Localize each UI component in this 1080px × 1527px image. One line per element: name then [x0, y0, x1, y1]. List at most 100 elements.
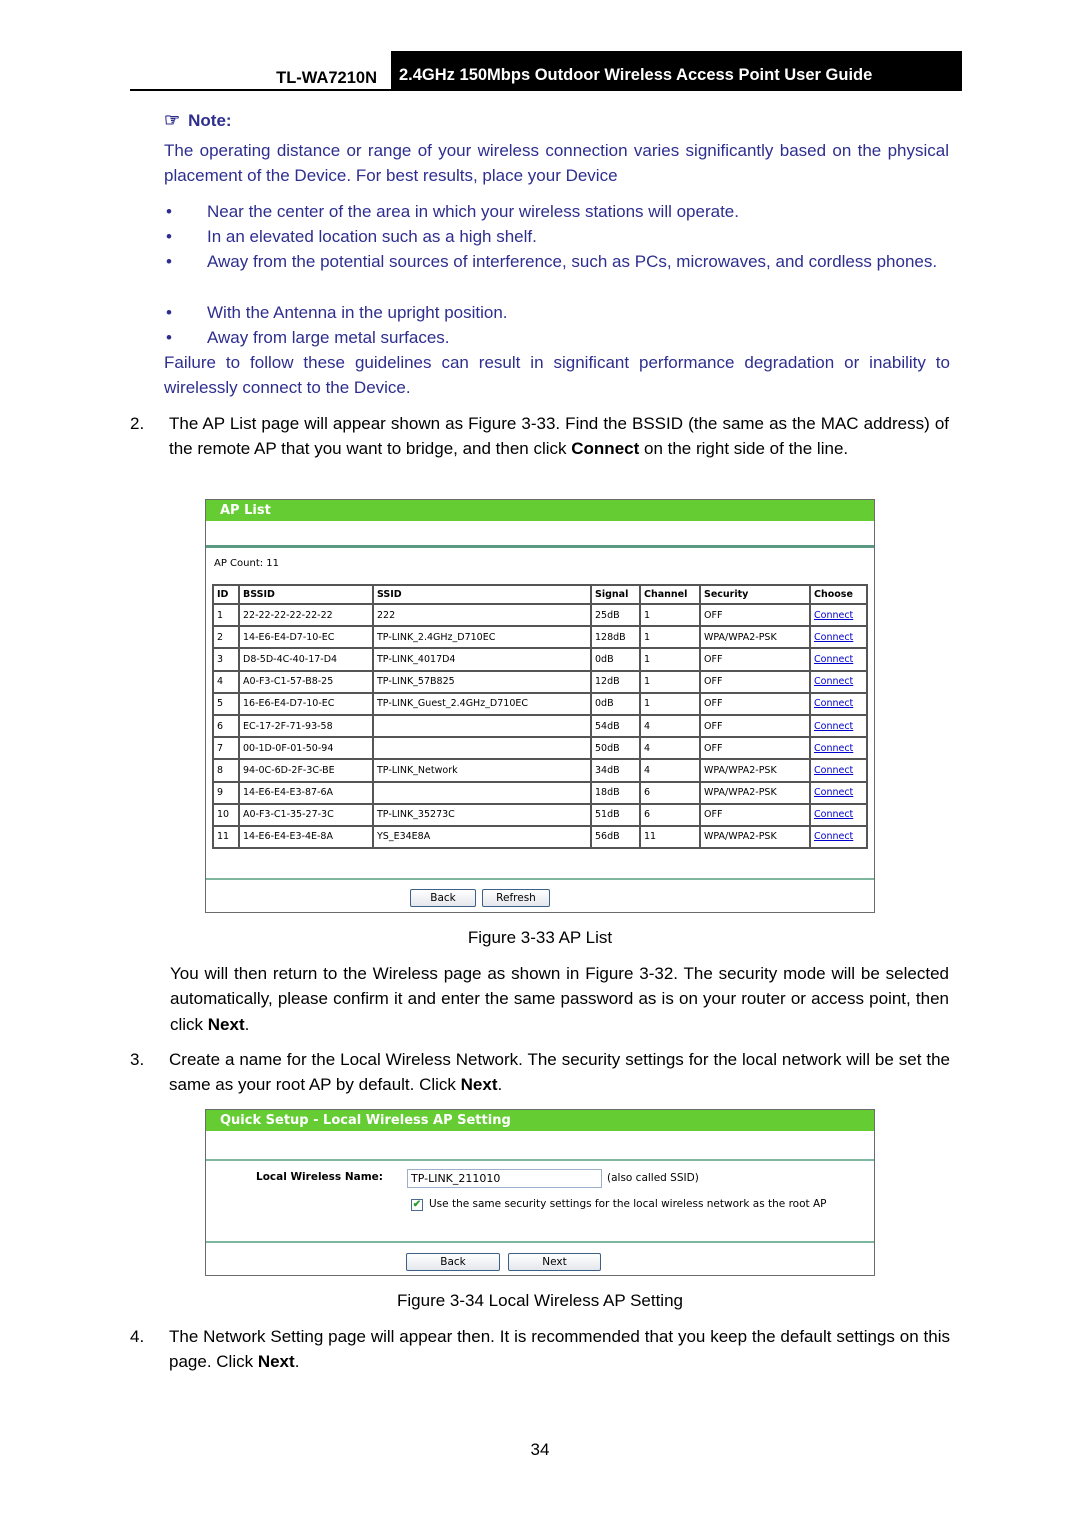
table-row: 8 94-0C-6D-2F-3C-BE TP-LINK_Network 34dB 4 WP… — [213, 759, 867, 782]
panel-divider — [206, 1159, 874, 1161]
ssid-cell: TP-LINK_Guest_2.4GHz_D710EC — [373, 692, 591, 715]
ssid-cell — [373, 714, 591, 738]
same-security-label: Use the same security settings for the l… — [429, 1198, 827, 1210]
channel-cell: 1 — [640, 670, 700, 693]
channel-cell: 4 — [640, 737, 700, 760]
security-cell: OFF — [700, 803, 810, 826]
col-header: ID — [213, 585, 239, 604]
security-cell: OFF — [700, 604, 810, 627]
connect-link[interactable]: Connect — [810, 648, 867, 671]
step-number: 4. — [130, 1327, 145, 1346]
id-cell: 8 — [213, 759, 239, 782]
next-button[interactable]: Next — [508, 1253, 601, 1271]
bssid-cell: A0-F3-C1-35-27-3C — [239, 803, 373, 826]
page-header: TL-WA7210N 2.4GHz 150Mbps Outdoor Wirele… — [130, 51, 962, 91]
id-cell: 3 — [213, 648, 239, 671]
ap-count: AP Count: 11 — [214, 558, 280, 569]
connect-link[interactable]: Connect — [810, 803, 867, 826]
connect-link[interactable]: Connect — [810, 781, 867, 804]
signal-cell: 128dB — [591, 626, 640, 649]
connect-link[interactable]: Connect — [810, 604, 867, 627]
step-text: on the right side of the line. — [639, 439, 849, 459]
id-cell: 6 — [213, 714, 239, 738]
security-cell: WPA/WPA2-PSK — [700, 626, 810, 649]
step-bold: Next — [207, 1014, 245, 1034]
signal-cell: 51dB — [591, 803, 640, 826]
security-cell: WPA/WPA2-PSK — [700, 781, 810, 804]
connect-link[interactable]: Connect — [810, 737, 867, 760]
bullet-text: In an elevated location such as a high s… — [207, 227, 537, 246]
ssid-hint: (also called SSID) — [607, 1172, 699, 1184]
panel-title: AP List — [206, 500, 874, 521]
table-row: 11 14-E6-E4-E3-4E-8A YS_E34E8A 56dB 11 WPA/WP… — [213, 825, 867, 849]
security-cell: WPA/WPA2-PSK — [700, 759, 810, 782]
panel-divider — [206, 1241, 874, 1243]
id-cell: 5 — [213, 692, 239, 715]
note-intro: The operating distance or range of your … — [164, 141, 949, 186]
col-header: SSID — [373, 585, 591, 604]
channel-cell: 4 — [640, 759, 700, 782]
signal-cell: 34dB — [591, 759, 640, 782]
col-header: Channel — [640, 585, 700, 604]
channel-cell: 1 — [640, 648, 700, 671]
signal-cell: 25dB — [591, 604, 640, 627]
connect-link[interactable]: Connect — [810, 626, 867, 649]
ap-table: ID BSSID SSID Signal Channel Security Ch… — [212, 584, 868, 850]
bssid-cell: D8-5D-4C-40-17-D4 — [239, 648, 373, 671]
note-bullet: • Near the center of the area in which y… — [166, 199, 949, 224]
bssid-cell: EC-17-2F-71-93-58 — [239, 714, 373, 738]
col-header: BSSID — [239, 585, 373, 604]
table-row: 2 14-E6-E4-D7-10-EC TP-LINK_2.4GHz_D710EC 1… — [213, 626, 867, 649]
bssid-cell: 94-0C-6D-2F-3C-BE — [239, 759, 373, 782]
connect-link[interactable]: Connect — [810, 759, 867, 782]
channel-cell: 6 — [640, 781, 700, 804]
note-bullet: • With the Antenna in the upright positi… — [166, 300, 949, 325]
ssid-cell: TP-LINK_2.4GHz_D710EC — [373, 626, 591, 649]
step-text: . — [244, 1014, 250, 1034]
table-row: 3 D8-5D-4C-40-17-D4 TP-LINK_4017D4 0dB 1 OFF C… — [213, 648, 867, 671]
ssid-cell: TP-LINK_4017D4 — [373, 648, 591, 671]
bullet-text: Away from large metal surfaces. — [207, 328, 450, 347]
connect-link[interactable]: Connect — [810, 825, 867, 849]
step-number: 3. — [130, 1050, 145, 1069]
col-header: Choose — [810, 585, 867, 604]
bssid-cell: A0-F3-C1-57-B8-25 — [239, 670, 373, 693]
refresh-button[interactable]: Refresh — [482, 889, 550, 907]
step-4-text: The Network Setting page will appear the… — [169, 1324, 950, 1375]
bullet-text: Near the center of the area in which you… — [207, 202, 739, 221]
page-number: 34 — [530, 1440, 550, 1459]
security-cell: OFF — [700, 692, 810, 715]
back-button[interactable]: Back — [406, 1253, 500, 1271]
ssid-cell: TP-LINK_35273C — [373, 803, 591, 826]
guide-title: 2.4GHz 150Mbps Outdoor Wireless Access P… — [391, 51, 962, 91]
id-cell: 4 — [213, 670, 239, 693]
bullet-icon: • — [166, 202, 172, 221]
header-rule — [130, 89, 962, 91]
step-number: 2. — [130, 414, 145, 433]
channel-cell: 1 — [640, 604, 700, 627]
security-cell: OFF — [700, 737, 810, 760]
pointing-hand-icon: ☞ — [164, 110, 181, 130]
back-button[interactable]: Back — [410, 889, 476, 907]
step-text: You will then return to the Wireless pag… — [170, 964, 949, 1034]
security-cell: OFF — [700, 670, 810, 693]
id-cell: 1 — [213, 604, 239, 627]
step-bold: Connect — [571, 439, 640, 459]
step-2-text: The AP List page will appear shown as Fi… — [169, 411, 949, 462]
return-paragraph: You will then return to the Wireless pag… — [170, 961, 949, 1037]
local-wireless-name-input[interactable]: TP-LINK_211010 — [407, 1169, 602, 1188]
signal-cell: 50dB — [591, 737, 640, 760]
id-cell: 10 — [213, 803, 239, 826]
same-security-checkbox[interactable]: ✔ — [411, 1199, 423, 1211]
figure-caption: Figure 3-33 AP List — [467, 928, 613, 947]
connect-link[interactable]: Connect — [810, 714, 867, 738]
table-row: 4 A0-F3-C1-57-B8-25 TP-LINK_57B825 12dB 1 OFF… — [213, 670, 867, 693]
model-name: TL-WA7210N — [276, 69, 377, 87]
connect-link[interactable]: Connect — [810, 692, 867, 715]
bssid-cell: 14-E6-E4-E3-4E-8A — [239, 825, 373, 849]
signal-cell: 0dB — [591, 692, 640, 715]
connect-link[interactable]: Connect — [810, 670, 867, 693]
step-bold: Next — [257, 1352, 295, 1372]
table-row: 1 22-22-22-22-22-22 222 25dB 1 OFF Connect — [213, 604, 867, 627]
step-bold: Next — [460, 1075, 498, 1095]
